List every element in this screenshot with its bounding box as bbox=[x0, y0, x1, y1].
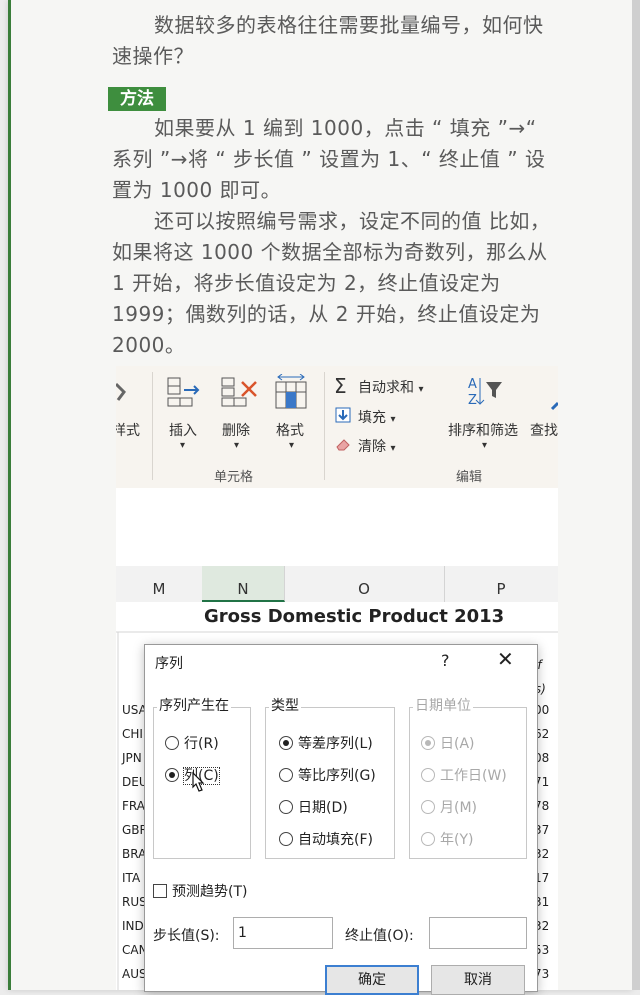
radio-selected-icon bbox=[279, 736, 293, 750]
page-edge bbox=[632, 0, 640, 990]
checkbox-icon bbox=[153, 884, 167, 898]
svg-text:A: A bbox=[468, 377, 477, 392]
month-radio[interactable]: 月(M) bbox=[421, 797, 477, 817]
column-header-n[interactable]: N bbox=[202, 566, 285, 602]
cells-group-label: 单元格 bbox=[214, 470, 254, 485]
help-button[interactable]: ? bbox=[441, 651, 450, 670]
chevron-down-icon[interactable]: ▾ bbox=[234, 440, 239, 451]
delete-button[interactable]: 删除 bbox=[222, 420, 250, 440]
row-country-code: ITA bbox=[122, 871, 141, 885]
row-country-code: AUS bbox=[122, 967, 147, 981]
rows-radio[interactable]: 行(R) bbox=[165, 733, 219, 753]
step-value-input[interactable]: 1 bbox=[233, 917, 333, 949]
ribbon: 样式 插入 ▾ 删除 ▾ 格式 ▾ 单元格 Σ 自动求和 ▾ 填充 ▾ 清除 ▾… bbox=[116, 366, 558, 489]
radio-icon bbox=[279, 768, 293, 782]
method-paragraph-1: 如果要从 1 编到 1000，点击 “ 填充 ”→“ 系列 ”→将 “ 步长值 … bbox=[112, 116, 546, 202]
radio-selected-icon bbox=[165, 768, 179, 782]
series-in-label: 序列产生在 bbox=[157, 695, 231, 715]
radio-icon bbox=[421, 800, 435, 814]
day-radio-label: 日(A) bbox=[440, 736, 475, 752]
page-spine bbox=[8, 0, 11, 990]
styles-icon bbox=[116, 380, 128, 408]
formula-area bbox=[116, 488, 558, 566]
stop-value-label: 终止值(O): bbox=[345, 928, 414, 944]
fill-down-icon[interactable] bbox=[335, 407, 351, 427]
row-country-code: FRA bbox=[122, 799, 145, 813]
radio-selected-icon bbox=[421, 736, 435, 750]
stop-value-input[interactable] bbox=[429, 917, 527, 949]
clear-button[interactable]: 清除 ▾ bbox=[358, 436, 395, 456]
type-label: 类型 bbox=[269, 695, 301, 715]
year-radio[interactable]: 年(Y) bbox=[421, 829, 473, 849]
linear-radio-label: 等差序列(L) bbox=[298, 736, 373, 752]
cancel-button[interactable]: 取消 bbox=[431, 965, 525, 995]
radio-icon bbox=[421, 832, 435, 846]
close-button[interactable]: ✕ bbox=[497, 647, 514, 671]
fill-label: 填充 bbox=[358, 410, 386, 426]
eraser-icon[interactable] bbox=[335, 436, 351, 455]
autosum-label: 自动求和 bbox=[358, 380, 414, 396]
row-country-code: BRA bbox=[122, 847, 147, 861]
find-icon[interactable] bbox=[550, 396, 558, 415]
sigma-icon[interactable]: Σ bbox=[334, 374, 347, 398]
column-header-o[interactable]: O bbox=[284, 566, 445, 602]
linear-radio[interactable]: 等差序列(L) bbox=[279, 733, 373, 753]
radio-icon bbox=[279, 800, 293, 814]
method-tag: 方法 bbox=[108, 87, 166, 111]
fill-button[interactable]: 填充 ▾ bbox=[358, 407, 395, 427]
year-radio-label: 年(Y) bbox=[440, 832, 474, 848]
date-radio-label: 日期(D) bbox=[298, 800, 348, 816]
format-button[interactable]: 格式 bbox=[276, 420, 304, 440]
sort-filter-icon[interactable]: AZ bbox=[466, 374, 506, 414]
radio-icon bbox=[421, 768, 435, 782]
row-country-code: CHI bbox=[122, 727, 143, 741]
column-header-p[interactable]: P bbox=[444, 566, 558, 602]
dialog-title: 序列 bbox=[155, 656, 183, 672]
styles-button-label[interactable]: 样式 bbox=[116, 420, 140, 440]
date-radio[interactable]: 日期(D) bbox=[279, 797, 348, 817]
insert-cells-icon[interactable] bbox=[166, 376, 202, 416]
month-radio-label: 月(M) bbox=[440, 800, 478, 816]
insert-button[interactable]: 插入 bbox=[169, 420, 197, 440]
column-header-m[interactable]: M bbox=[116, 566, 203, 602]
format-cells-icon[interactable] bbox=[274, 373, 310, 416]
svg-text:Z: Z bbox=[468, 393, 477, 408]
chevron-down-icon[interactable]: ▾ bbox=[289, 440, 294, 451]
sort-filter-button[interactable]: 排序和筛选 bbox=[448, 420, 518, 440]
weekday-radio-label: 工作日(W) bbox=[440, 768, 507, 784]
day-radio[interactable]: 日(A) bbox=[421, 733, 475, 753]
ribbon-separator bbox=[324, 372, 325, 480]
date-unit-label: 日期单位 bbox=[413, 695, 473, 715]
delete-cells-icon[interactable] bbox=[220, 376, 260, 416]
column-headers: M N O P bbox=[116, 566, 558, 603]
ok-button[interactable]: 确定 bbox=[325, 965, 419, 995]
step-value-label: 步长值(S): bbox=[153, 928, 220, 944]
clear-label: 清除 bbox=[358, 439, 386, 455]
growth-radio-label: 等比序列(G) bbox=[298, 768, 376, 784]
row-country-code: JPN bbox=[122, 751, 142, 765]
series-dialog: 序列 ? ✕ 序列产生在 行(R) 列(C) 类型 等差序列(L) 等比序列(G… bbox=[144, 644, 538, 995]
radio-icon bbox=[279, 832, 293, 846]
growth-radio[interactable]: 等比序列(G) bbox=[279, 765, 376, 785]
editing-group-label: 编辑 bbox=[456, 470, 483, 485]
chevron-down-icon[interactable]: ▾ bbox=[180, 440, 185, 451]
autofill-radio[interactable]: 自动填充(F) bbox=[279, 829, 373, 849]
autosum-button[interactable]: 自动求和 ▾ bbox=[358, 377, 423, 397]
ribbon-separator bbox=[152, 372, 153, 480]
weekday-radio[interactable]: 工作日(W) bbox=[421, 765, 507, 785]
chevron-down-icon[interactable]: ▾ bbox=[482, 440, 487, 451]
sheet-title: Gross Domestic Product 2013 bbox=[204, 606, 505, 627]
rows-radio-label: 行(R) bbox=[184, 736, 219, 752]
trend-checkbox[interactable]: 预测趋势(T) bbox=[153, 881, 247, 901]
radio-icon bbox=[165, 736, 179, 750]
intro-paragraph: 数据较多的表格往往需要批量编号，如何快速操作？ bbox=[112, 13, 544, 68]
autofill-radio-label: 自动填充(F) bbox=[298, 832, 373, 848]
method-paragraph-2: 还可以按照编号需求，设定不同的值 比如，如果将这 1000 个数据全部标为奇数列… bbox=[112, 209, 551, 357]
find-button[interactable]: 查找 bbox=[530, 420, 558, 440]
row-country-code: IND bbox=[122, 919, 144, 933]
mouse-cursor-icon bbox=[187, 771, 207, 801]
trend-checkbox-label: 预测趋势(T) bbox=[172, 884, 248, 900]
